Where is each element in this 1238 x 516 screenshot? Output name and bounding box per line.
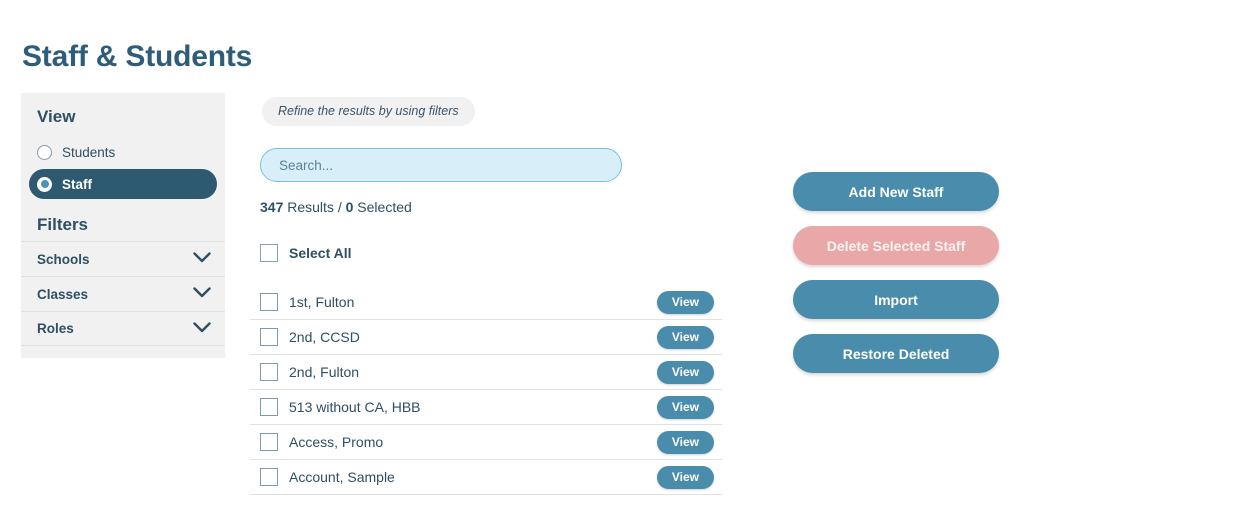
results-separator: / <box>337 199 342 215</box>
view-heading: View <box>37 107 76 126</box>
filter-label: Schools <box>37 251 90 267</box>
row-checkbox[interactable] <box>260 328 278 346</box>
radio-dot-icon <box>41 148 49 156</box>
table-row[interactable]: 513 without CA, HBB View <box>250 390 722 425</box>
chevron-down-icon[interactable] <box>193 320 211 338</box>
radio-icon[interactable] <box>37 176 52 192</box>
restore-deleted-button[interactable]: Restore Deleted <box>793 334 999 373</box>
filter-sidebar: View Students Staff Filters Schools Classe… <box>21 93 225 358</box>
filter-label: Classes <box>37 286 89 302</box>
view-option-label: Students <box>62 144 116 160</box>
view-option-staff[interactable]: Staff <box>29 169 217 199</box>
row-name: Account, Sample <box>289 469 395 485</box>
row-name: 2nd, Fulton <box>289 364 360 380</box>
filters-heading: Filters <box>37 215 89 234</box>
results-count: 347 Results / 0 Selected <box>260 199 412 215</box>
staff-list: 1st, Fulton View 2nd, CCSD View 2nd, Fulton V… <box>250 285 722 495</box>
filter-label: Roles <box>37 321 74 336</box>
import-button[interactable]: Import <box>793 280 999 319</box>
row-name: 2nd, CCSD <box>289 329 360 345</box>
delete-selected-staff-button[interactable]: Delete Selected Staff <box>793 226 999 265</box>
filter-row-schools[interactable]: Schools <box>21 241 225 276</box>
table-row[interactable]: 2nd, Fulton View <box>250 355 722 390</box>
row-name: 513 without CA, HBB <box>289 399 421 415</box>
view-option-students[interactable]: Students <box>29 137 217 167</box>
selected-total: 0 <box>345 199 354 215</box>
select-all-row[interactable]: Select All <box>260 244 352 262</box>
row-name: 1st, Fulton <box>289 294 355 310</box>
results-total: 347 <box>260 199 284 215</box>
row-name: Access, Promo <box>289 434 384 450</box>
table-row[interactable]: Account, Sample View <box>250 460 722 495</box>
search-input[interactable] <box>260 148 622 182</box>
row-checkbox[interactable] <box>260 398 278 416</box>
row-checkbox[interactable] <box>260 363 278 381</box>
view-button[interactable]: View <box>656 465 714 489</box>
table-row[interactable]: 2nd, CCSD View <box>250 320 722 355</box>
row-checkbox[interactable] <box>260 433 278 451</box>
view-button[interactable]: View <box>656 395 714 419</box>
selected-label: Selected <box>357 199 412 215</box>
table-row[interactable]: Access, Promo View <box>250 425 722 460</box>
filter-list: Schools Classes Roles <box>21 241 225 346</box>
view-option-label: Staff <box>62 176 92 192</box>
action-button-column: Add New Staff Delete Selected Staff Import… <box>793 172 999 388</box>
select-all-checkbox[interactable] <box>260 244 278 262</box>
filter-row-classes[interactable]: Classes <box>21 276 225 311</box>
radio-icon[interactable] <box>37 144 52 160</box>
view-button[interactable]: View <box>656 290 714 314</box>
view-button[interactable]: View <box>656 360 714 384</box>
view-button[interactable]: View <box>656 430 714 454</box>
results-label: Results <box>287 199 334 215</box>
add-new-staff-button[interactable]: Add New Staff <box>793 172 999 211</box>
row-checkbox[interactable] <box>260 293 278 311</box>
view-radio-group: Students Staff <box>21 137 225 199</box>
chevron-down-icon[interactable] <box>193 285 211 303</box>
page-title: Staff & Students <box>22 40 253 74</box>
view-button[interactable]: View <box>656 325 714 349</box>
table-row[interactable]: 1st, Fulton View <box>250 285 722 320</box>
select-all-label: Select All <box>289 245 352 261</box>
chevron-down-icon[interactable] <box>193 250 211 268</box>
row-checkbox[interactable] <box>260 468 278 486</box>
radio-dot-icon <box>40 180 49 188</box>
filter-row-roles[interactable]: Roles <box>21 311 225 346</box>
refine-hint: Refine the results by using filters <box>262 97 475 126</box>
